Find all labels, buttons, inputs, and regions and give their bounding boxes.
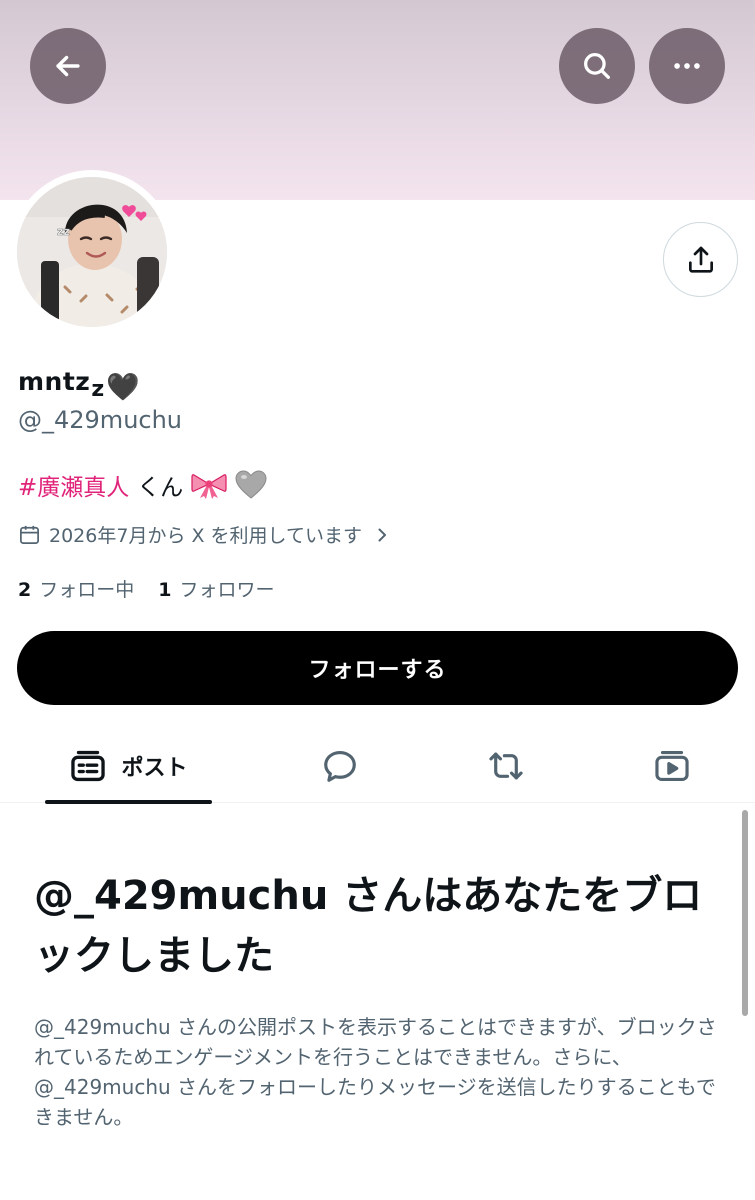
chevron-right-icon bbox=[378, 528, 386, 541]
tab-posts[interactable]: ポスト bbox=[45, 730, 212, 804]
display-name: mntz z 🖤 bbox=[18, 352, 140, 402]
replies-icon bbox=[324, 750, 356, 782]
share-icon bbox=[688, 246, 713, 273]
followers-link[interactable]: 1 フォロワー bbox=[158, 575, 274, 602]
more-horizontal-icon bbox=[674, 63, 700, 69]
join-date-text: 2026年7月から X を利用しています bbox=[49, 525, 362, 547]
svg-text:zz: zz bbox=[57, 225, 70, 238]
scrollbar[interactable] bbox=[742, 810, 748, 1016]
grey-heart-emoji bbox=[235, 470, 267, 499]
profile-banner bbox=[0, 0, 755, 200]
share-button[interactable] bbox=[663, 222, 738, 297]
following-count: 2 bbox=[18, 579, 32, 601]
display-name-suffix: z bbox=[91, 377, 105, 402]
back-button[interactable] bbox=[30, 28, 106, 104]
more-options-button[interactable] bbox=[649, 28, 725, 104]
profile-photo: zz bbox=[17, 177, 167, 327]
tab-reposts[interactable] bbox=[466, 730, 546, 802]
bio-text: くん bbox=[137, 475, 184, 501]
join-date[interactable]: 2026年7月から X を利用しています bbox=[18, 521, 390, 548]
tab-replies[interactable] bbox=[300, 730, 380, 802]
following-label: フォロー中 bbox=[39, 579, 135, 601]
arrow-left-icon bbox=[56, 55, 80, 77]
tab-posts-label: ポスト bbox=[121, 756, 188, 781]
calendar-icon bbox=[20, 525, 39, 544]
followers-count: 1 bbox=[158, 579, 172, 601]
repost-icon bbox=[489, 752, 523, 780]
avatar[interactable]: zz bbox=[17, 177, 167, 327]
active-tab-indicator bbox=[45, 800, 212, 804]
posts-icon bbox=[71, 750, 106, 782]
display-name-text: mntz bbox=[18, 367, 91, 396]
media-icon bbox=[655, 750, 689, 782]
profile-tabs: ポスト bbox=[0, 730, 755, 804]
follow-button[interactable]: フォローする bbox=[17, 631, 738, 705]
profile-bio: #廣瀬真人 くん bbox=[18, 468, 267, 502]
follow-stats: 2 フォロー中 1 フォロワー bbox=[18, 575, 275, 602]
bio-hashtag-link[interactable]: #廣瀬真人 bbox=[18, 468, 129, 502]
avatar-frame[interactable]: zz bbox=[10, 170, 174, 334]
search-icon bbox=[584, 53, 610, 79]
search-button[interactable] bbox=[559, 28, 635, 104]
ribbon-emoji bbox=[191, 474, 227, 499]
blocked-title: @_429muchu さんはあなたをブロックしました bbox=[34, 873, 703, 979]
tab-media[interactable] bbox=[632, 730, 712, 802]
following-link[interactable]: 2 フォロー中 bbox=[18, 575, 134, 602]
blocked-description: @_429muchu さんの公開ポストを表示することはできますが、ブロックされて… bbox=[34, 1015, 717, 1129]
followers-label: フォロワー bbox=[179, 579, 275, 601]
black-heart-emoji: 🖤 bbox=[106, 372, 140, 403]
profile-handle: @_429muchu bbox=[18, 406, 183, 434]
